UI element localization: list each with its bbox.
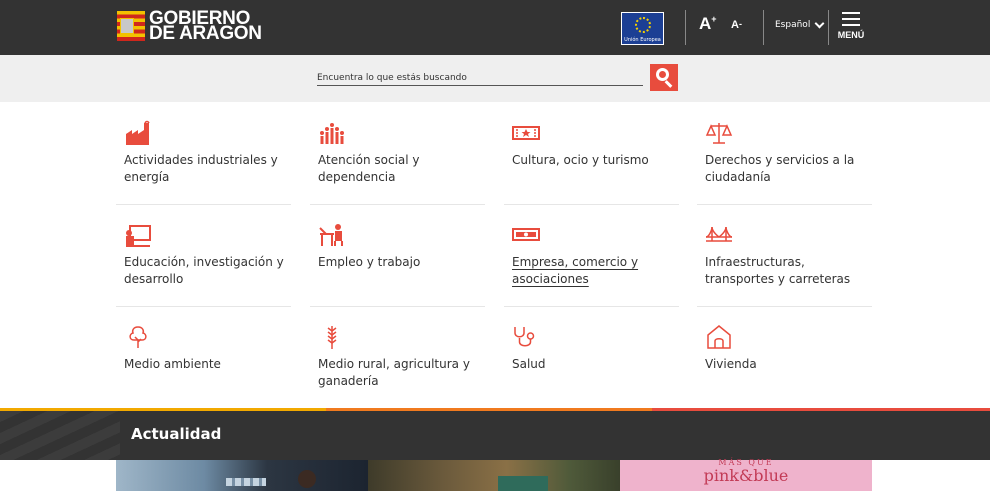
category-infrastructure-transport[interactable]: Infraestructuras, transportes y carreter… — [697, 214, 872, 307]
promo-line-2: pink&blue — [703, 466, 789, 485]
house-icon — [707, 325, 731, 349]
category-label: Vivienda — [705, 357, 757, 371]
category-health[interactable]: Salud — [504, 316, 679, 409]
category-citizen-rights[interactable]: Derechos y servicios a la ciudadanía — [697, 112, 872, 205]
logo-text: GOBIERNO DE ARAGON — [149, 9, 262, 44]
news-image-promo[interactable]: MÁS QUE pink&blue — [620, 458, 872, 491]
color-stripe-red — [652, 408, 990, 411]
search-button[interactable] — [650, 64, 678, 91]
font-decrease-letter: A — [731, 19, 739, 31]
language-label: Español — [775, 20, 811, 30]
category-label: Medio rural, agricultura y ganadería — [318, 357, 470, 388]
chevron-down-icon — [814, 18, 825, 28]
font-increase-letter: A — [699, 14, 712, 33]
wheat-icon — [327, 326, 337, 349]
logo-line-2: DE ARAGON — [149, 23, 262, 44]
banknote-icon — [512, 228, 540, 241]
category-industrial-activities[interactable]: Actividades industriales y energía — [116, 112, 291, 205]
category-business-commerce[interactable]: Empresa, comercio y asociaciones — [504, 214, 679, 307]
aragon-flag-icon — [117, 11, 145, 41]
category-label: Empresa, comercio y asociaciones — [512, 255, 639, 286]
top-navigation-bar: GOBIERNO DE ARAGON Unión Europea A+ A- E… — [0, 0, 990, 55]
category-education-research[interactable]: Educación, investigación y desarrollo — [116, 214, 291, 307]
category-label: Salud — [512, 357, 546, 371]
tree-icon — [129, 326, 147, 348]
worker-desk-icon — [319, 224, 343, 246]
eu-stars-icon — [635, 17, 651, 33]
eu-flag-logo[interactable]: Unión Europea — [621, 12, 664, 45]
color-stripe-orange — [326, 408, 652, 411]
bridge-icon — [705, 226, 733, 242]
stethoscope-icon — [514, 327, 535, 347]
category-label: Educación, investigación y desarrollo — [124, 255, 284, 286]
section-title: Actualidad — [131, 425, 222, 443]
category-label: Medio ambiente — [124, 357, 221, 371]
category-rural-agriculture[interactable]: Medio rural, agricultura y ganadería — [310, 316, 485, 409]
decorative-pattern — [0, 411, 120, 460]
category-environment[interactable]: Medio ambiente — [116, 316, 291, 409]
divider — [763, 10, 764, 45]
font-increase-sign: + — [711, 14, 717, 24]
scales-icon — [705, 123, 733, 144]
menu-button[interactable]: MENÚ — [835, 12, 867, 40]
category-social-care[interactable]: Atención social y dependencia — [310, 112, 485, 205]
font-decrease-sign: - — [738, 19, 742, 29]
hamburger-icon — [835, 12, 867, 26]
category-label: Empleo y trabajo — [318, 255, 421, 269]
news-image-science[interactable] — [116, 460, 368, 491]
category-label: Infraestructuras, transportes y carreter… — [705, 255, 851, 286]
search-input[interactable] — [317, 70, 643, 86]
gobierno-de-aragon-logo[interactable]: GOBIERNO DE ARAGON — [117, 9, 262, 44]
news-image-nature[interactable] — [368, 460, 620, 491]
category-employment[interactable]: Empleo y trabajo — [310, 214, 485, 307]
news-carousel: MÁS QUE pink&blue — [116, 458, 990, 491]
search-bar — [0, 55, 990, 102]
divider — [685, 10, 686, 45]
divider — [828, 10, 829, 45]
category-label: Cultura, ocio y turismo — [512, 153, 649, 167]
eu-label: Unión Europea — [624, 37, 661, 43]
search-icon — [656, 68, 669, 81]
factory-icon — [126, 120, 150, 145]
teacher-board-icon — [126, 225, 151, 247]
font-increase-button[interactable]: A+ — [699, 14, 717, 34]
ticket-icon — [512, 126, 540, 140]
language-selector[interactable]: Español — [775, 18, 825, 30]
category-culture-tourism[interactable]: Cultura, ocio y turismo — [504, 112, 679, 205]
people-group-icon — [320, 123, 344, 144]
category-housing[interactable]: Vivienda — [697, 316, 872, 409]
news-section-header: Actualidad — [0, 408, 990, 460]
category-label: Atención social y dependencia — [318, 153, 420, 184]
category-label: Actividades industriales y energía — [124, 153, 278, 184]
font-decrease-button[interactable]: A- — [731, 19, 742, 31]
category-label: Derechos y servicios a la ciudadanía — [705, 153, 855, 184]
menu-label: MENÚ — [837, 30, 865, 40]
